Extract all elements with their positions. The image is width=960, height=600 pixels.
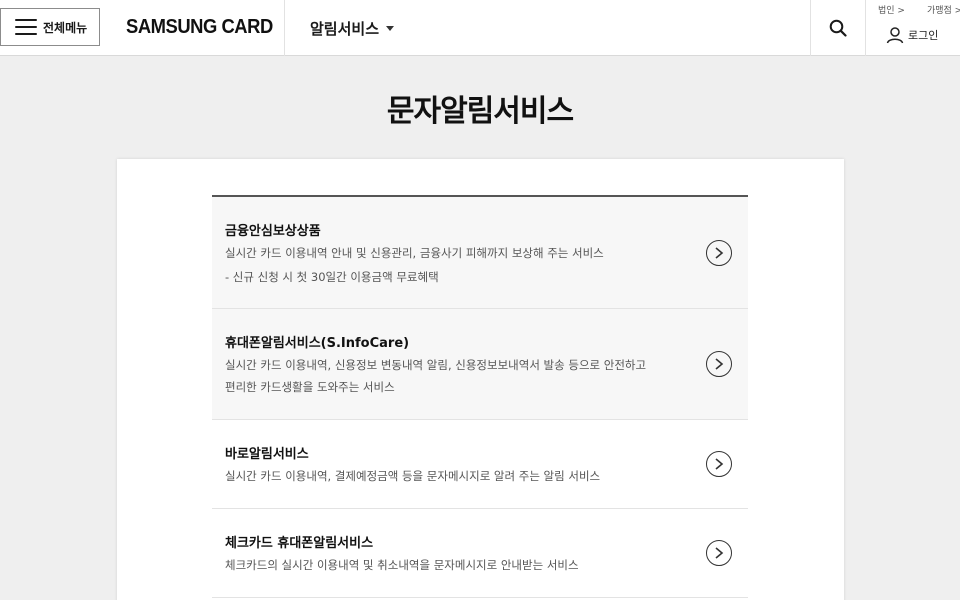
service-item-desc: 실시간 카드 이용내역, 결제예정금액 등을 문자메시지로 알려 주는 알림 서… (225, 469, 601, 483)
login-button[interactable]: 로그인 (886, 26, 938, 44)
utility-area: 법인 > 가맹점 > 로그인 (866, 0, 960, 56)
all-menu-label: 전체메뉴 (43, 20, 88, 35)
service-item-title: 금융안심보상상품 (225, 224, 321, 239)
service-item-desc: 실시간 카드 이용내역 안내 및 신용관리, 금융사기 피해까지 보상해 주는 … (225, 246, 604, 260)
service-nav-label: 알림서비스 (310, 20, 380, 38)
all-menu-button[interactable]: 전체메뉴 (0, 8, 100, 46)
caret-down-icon (386, 26, 395, 31)
samsung-card-logo[interactable]: SAMSUNG CARD (126, 16, 273, 39)
arrow-right-icon[interactable] (706, 540, 732, 566)
header-divider (284, 0, 285, 56)
merchant-link[interactable]: 가맹점 > (927, 3, 960, 16)
service-list: 금융안심보상상품 실시간 카드 이용내역 안내 및 신용관리, 금융사기 피해까… (212, 195, 748, 598)
service-item-desc: 실시간 카드 이용내역, 신용정보 변동내역 알림, 신용정보보내역서 발송 등… (225, 358, 647, 372)
service-item-title: 바로알림서비스 (225, 447, 309, 462)
top-header: 전체메뉴 SAMSUNG CARD 알림서비스 법인 > 가맹점 > 로그인 (0, 0, 960, 56)
service-item-instant-alert[interactable]: 바로알림서비스 실시간 카드 이용내역, 결제예정금액 등을 문자메시지로 알려… (212, 420, 748, 509)
service-item-check-card-alert[interactable]: 체크카드 휴대폰알림서비스 체크카드의 실시간 이용내역 및 취소내역을 문자메… (212, 509, 748, 598)
user-icon (886, 27, 904, 44)
service-item-desc: 체크카드의 실시간 이용내역 및 취소내역을 문자메시지로 안내받는 서비스 (225, 558, 579, 572)
login-label: 로그인 (908, 29, 939, 42)
page-title: 문자알림서비스 (386, 94, 574, 129)
hamburger-icon (15, 19, 37, 35)
service-item-financial-protection[interactable]: 금융안심보상상품 실시간 카드 이용내역 안내 및 신용관리, 금융사기 피해까… (212, 197, 748, 309)
corporate-link[interactable]: 법인 > (878, 3, 905, 16)
utility-links: 법인 > 가맹점 > (878, 3, 960, 16)
arrow-right-icon[interactable] (706, 240, 732, 266)
service-item-title: 휴대폰알림서비스(S.InfoCare) (225, 336, 410, 351)
service-card: 금융안심보상상품 실시간 카드 이용내역 안내 및 신용관리, 금융사기 피해까… (117, 159, 844, 600)
service-item-desc: 편리한 카드생활을 도와주는 서비스 (225, 380, 395, 394)
service-nav-dropdown[interactable]: 알림서비스 (310, 18, 395, 39)
search-button[interactable] (811, 0, 865, 56)
service-item-title: 체크카드 휴대폰알림서비스 (225, 536, 374, 551)
search-icon (829, 19, 847, 37)
arrow-right-icon[interactable] (706, 451, 732, 477)
service-item-s-infocare[interactable]: 휴대폰알림서비스(S.InfoCare) 실시간 카드 이용내역, 신용정보 변… (212, 309, 748, 420)
service-item-desc: - 신규 신청 시 첫 30일간 이용금액 무료혜택 (225, 270, 439, 284)
arrow-right-icon[interactable] (706, 351, 732, 377)
